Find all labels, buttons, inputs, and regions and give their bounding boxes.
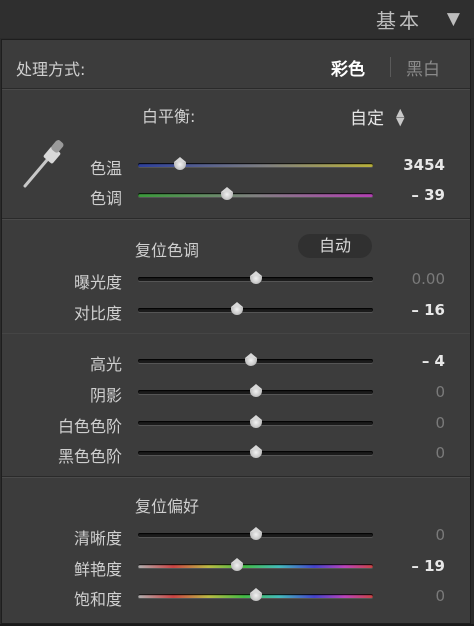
vibrance-label: 鲜艳度 xyxy=(73,560,122,579)
blacks-value[interactable]: 0 xyxy=(375,444,445,462)
divider xyxy=(2,333,470,334)
reset-presence-label[interactable]: 复位偏好 xyxy=(135,493,199,517)
reset-tone-label[interactable]: 复位色调 xyxy=(135,237,199,261)
clarity-value[interactable]: 0 xyxy=(375,526,445,544)
tint-slider-track[interactable] xyxy=(138,187,373,200)
treatment-separator xyxy=(390,57,391,77)
whites-value[interactable]: 0 xyxy=(375,414,445,432)
shadows-slider-track[interactable] xyxy=(138,384,373,397)
tint-value[interactable]: – 39 xyxy=(375,186,445,204)
highlights-value[interactable]: – 4 xyxy=(375,352,445,370)
shadows-label: 阴影 xyxy=(89,386,122,405)
saturation-slider-track[interactable] xyxy=(138,588,373,601)
divider xyxy=(2,89,470,90)
clarity-label: 清晰度 xyxy=(73,529,122,548)
exposure-label: 曝光度 xyxy=(73,273,122,292)
divider xyxy=(2,219,470,220)
saturation-value[interactable]: 0 xyxy=(375,587,445,605)
highlights-slider-track[interactable] xyxy=(138,353,373,366)
vibrance-value[interactable]: – 19 xyxy=(375,557,445,575)
treatment-label: 处理方式: xyxy=(16,60,86,79)
tint-label: 色调 xyxy=(89,189,122,208)
temp-label: 色温 xyxy=(89,159,122,178)
shadows-value[interactable]: 0 xyxy=(375,383,445,401)
panel-title: 基本 xyxy=(376,9,422,33)
exposure-value[interactable]: 0.00 xyxy=(375,270,445,288)
whites-slider-track[interactable] xyxy=(138,415,373,428)
temp-slider-track[interactable] xyxy=(138,157,373,170)
temp-value[interactable]: 3454 xyxy=(375,156,445,174)
blacks-label: 黑色色阶 xyxy=(57,447,122,466)
blacks-slider-track[interactable] xyxy=(138,445,373,458)
panel-header[interactable]: 基本 ▼ xyxy=(0,0,474,38)
clarity-slider-track[interactable] xyxy=(138,527,373,540)
whites-label: 白色色阶 xyxy=(57,417,122,436)
contrast-slider-track[interactable] xyxy=(138,302,373,315)
divider xyxy=(2,477,470,478)
wb-label: 白平衡: xyxy=(142,107,196,126)
basic-panel: 处理方式: 彩色 黑白 白平衡: 自定 ▲ ▼ 色温 3454 色调 – 39 复… xyxy=(1,39,471,624)
wb-preset-select[interactable]: 自定 xyxy=(350,104,384,129)
treatment-bw-option[interactable]: 黑白 xyxy=(406,55,440,80)
contrast-label: 对比度 xyxy=(73,304,122,323)
contrast-value[interactable]: – 16 xyxy=(375,301,445,319)
auto-tone-button[interactable]: 自动 xyxy=(298,234,372,258)
updown-arrows-icon[interactable]: ▲ ▼ xyxy=(396,107,404,127)
vibrance-slider-track[interactable] xyxy=(138,558,373,571)
saturation-label: 饱和度 xyxy=(73,590,122,609)
highlights-label: 高光 xyxy=(89,355,122,374)
triangle-down-icon[interactable]: ▼ xyxy=(447,9,460,29)
exposure-slider-track[interactable] xyxy=(138,271,373,284)
treatment-color-option[interactable]: 彩色 xyxy=(331,55,365,80)
